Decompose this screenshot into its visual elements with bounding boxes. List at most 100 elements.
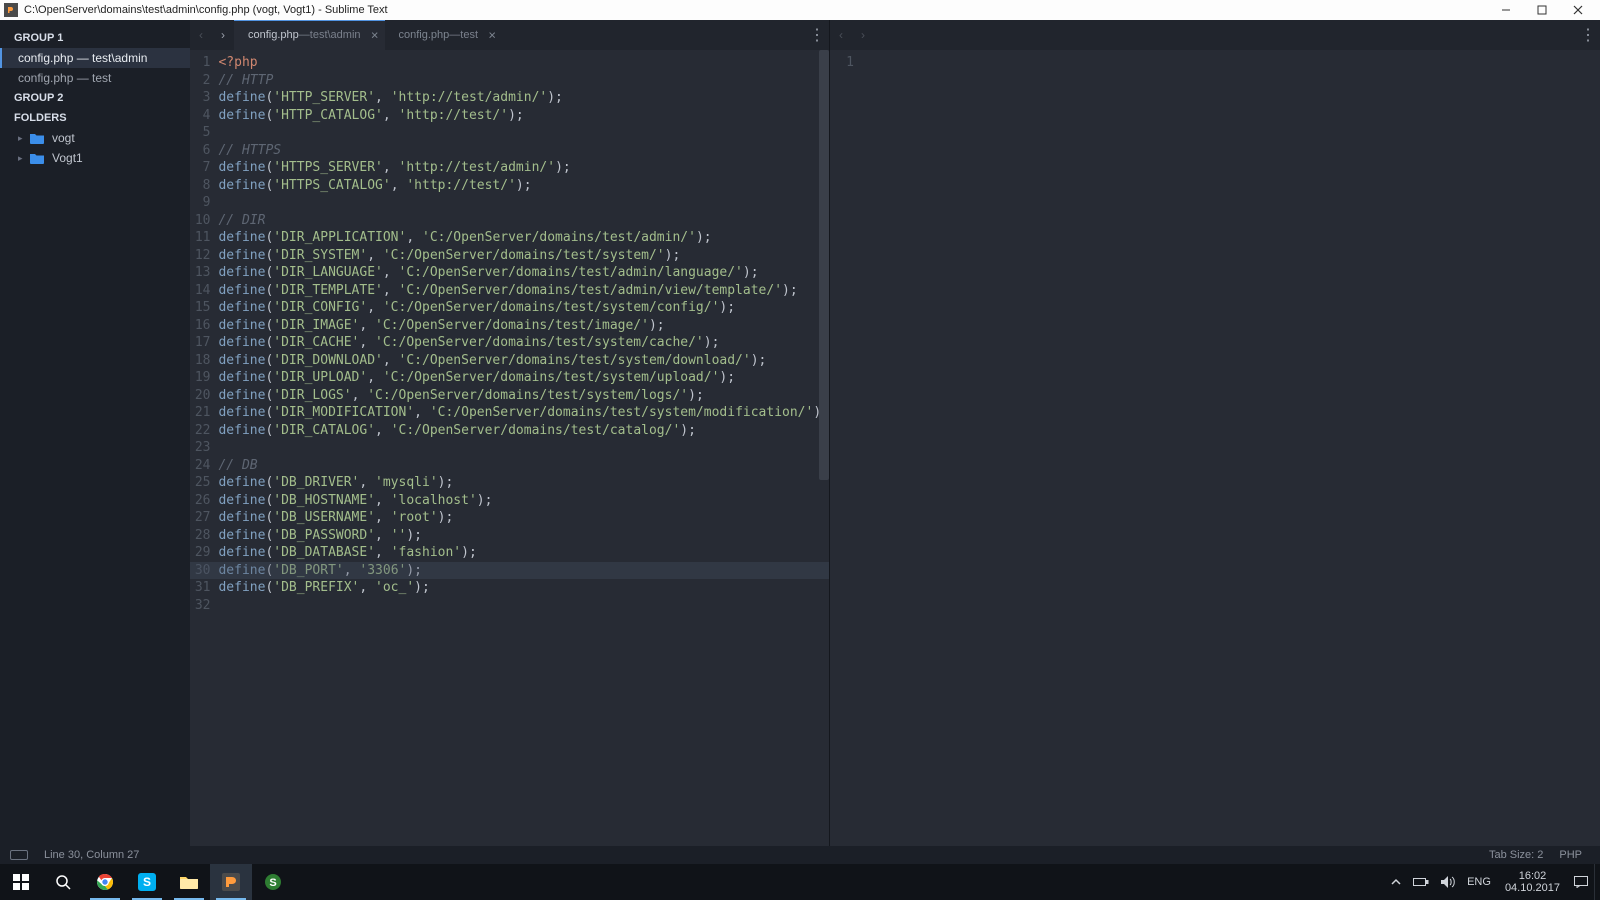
main-area: GROUP 1 config.php — test\admin config.p… [0, 20, 1600, 846]
code-line[interactable]: define('HTTPS_SERVER', 'http://test/admi… [218, 159, 829, 177]
tab-close-icon[interactable]: × [488, 28, 496, 43]
vertical-scrollbar[interactable] [819, 50, 829, 846]
tab-config-test[interactable]: config.php — test × [385, 20, 503, 50]
start-button[interactable] [0, 864, 42, 900]
code-line[interactable]: define('HTTP_SERVER', 'http://test/admin… [218, 89, 829, 107]
code-line[interactable]: // DB [218, 457, 829, 475]
code-line[interactable]: define('DB_DATABASE', 'fashion'); [218, 544, 829, 562]
window-titlebar: C:\OpenServer\domains\test\admin\config.… [0, 0, 1600, 20]
tab-overflow-menu-button[interactable]: ⋮ [805, 25, 829, 45]
tab-history-back-button[interactable]: ‹ [190, 20, 212, 50]
editor-pane-right: ‹ › ⋮ 1 [830, 20, 1600, 846]
app-icon [4, 3, 18, 17]
tab-overflow-menu-button[interactable]: ⋮ [1576, 25, 1600, 45]
code-line[interactable]: define('DIR_SYSTEM', 'C:/OpenServer/doma… [218, 247, 829, 265]
tray-clock[interactable]: 16:0204.10.2017 [1497, 864, 1568, 900]
line-number: 2 [190, 72, 210, 90]
taskbar-app-s[interactable]: S [252, 864, 294, 900]
code-line[interactable]: define('DIR_MODIFICATION', 'C:/OpenServe… [218, 404, 829, 422]
status-tab-size[interactable]: Tab Size: 2 [1481, 849, 1551, 861]
line-number: 1 [190, 54, 210, 72]
code-line[interactable]: define('DB_PORT', '3306'); [218, 562, 829, 580]
tabbar-left: ‹ › config.php — test\admin × config.php… [190, 20, 829, 50]
code-line[interactable]: define('DIR_CACHE', 'C:/OpenServer/domai… [218, 334, 829, 352]
show-desktop-button[interactable] [1594, 864, 1600, 900]
line-number: 4 [190, 107, 210, 125]
tab-history-forward-button[interactable]: › [212, 20, 234, 50]
sidebar-openfile-2[interactable]: config.php — test [0, 68, 190, 88]
taskbar-sublime[interactable] [210, 864, 252, 900]
code-line[interactable]: define('DIR_LOGS', 'C:/OpenServer/domain… [218, 387, 829, 405]
tab-separator: — [299, 29, 310, 41]
code-line[interactable]: define('DIR_LANGUAGE', 'C:/OpenServer/do… [218, 264, 829, 282]
code-area-left[interactable]: 1234567891011121314151617181920212223242… [190, 50, 829, 846]
tray-chevron-up-icon[interactable] [1385, 864, 1407, 900]
tray-language[interactable]: ENG [1461, 864, 1497, 900]
code-line[interactable]: define('DB_PASSWORD', ''); [218, 527, 829, 545]
line-number: 10 [190, 212, 210, 230]
tab-config-admin[interactable]: config.php — test\admin × [234, 20, 385, 50]
taskbar-explorer[interactable] [168, 864, 210, 900]
code-line[interactable]: define('DIR_DOWNLOAD', 'C:/OpenServer/do… [218, 352, 829, 370]
code-content[interactable]: <?php// HTTPdefine('HTTP_SERVER', 'http:… [218, 50, 829, 846]
line-number-gutter: 1234567891011121314151617181920212223242… [190, 50, 218, 846]
code-line[interactable]: define('DIR_IMAGE', 'C:/OpenServer/domai… [218, 317, 829, 335]
line-number: 31 [190, 579, 210, 597]
tab-filename: config.php [399, 29, 450, 41]
code-line[interactable] [218, 194, 829, 212]
panel-switch-icon[interactable] [10, 850, 28, 860]
window-minimize-button[interactable] [1488, 0, 1524, 20]
code-line[interactable]: define('DIR_CATALOG', 'C:/OpenServer/dom… [218, 422, 829, 440]
code-line[interactable]: define('HTTPS_CATALOG', 'http://test/'); [218, 177, 829, 195]
code-line[interactable]: define('DB_PREFIX', 'oc_'); [218, 579, 829, 597]
sidebar-folder-vogt1[interactable]: ▸ Vogt1 [0, 148, 190, 168]
code-line[interactable]: // HTTP [218, 72, 829, 90]
window-close-button[interactable] [1560, 0, 1596, 20]
status-syntax[interactable]: PHP [1551, 849, 1590, 861]
sidebar-openfile-1[interactable]: config.php — test\admin [0, 48, 190, 68]
window-maximize-button[interactable] [1524, 0, 1560, 20]
code-line[interactable]: define('DB_USERNAME', 'root'); [218, 509, 829, 527]
tab-separator: — [449, 29, 460, 41]
line-number: 6 [190, 142, 210, 160]
line-number: 29 [190, 544, 210, 562]
tab-history-forward-button[interactable]: › [852, 20, 874, 50]
code-line[interactable]: define('HTTP_CATALOG', 'http://test/'); [218, 107, 829, 125]
line-number: 21 [190, 404, 210, 422]
code-content[interactable] [862, 50, 1600, 846]
code-line[interactable]: <?php [218, 54, 829, 72]
tray-action-center-icon[interactable] [1568, 864, 1594, 900]
code-line[interactable]: define('DIR_CONFIG', 'C:/OpenServer/doma… [218, 299, 829, 317]
tab-close-icon[interactable]: × [371, 28, 379, 43]
line-number: 9 [190, 194, 210, 212]
tab-history-back-button[interactable]: ‹ [830, 20, 852, 50]
code-line[interactable]: define('DB_HOSTNAME', 'localhost'); [218, 492, 829, 510]
code-line[interactable]: // DIR [218, 212, 829, 230]
tray-battery-icon[interactable] [1407, 864, 1435, 900]
code-line[interactable]: define('DB_DRIVER', 'mysqli'); [218, 474, 829, 492]
line-number: 8 [190, 177, 210, 195]
code-line[interactable]: define('DIR_APPLICATION', 'C:/OpenServer… [218, 229, 829, 247]
search-button[interactable] [42, 864, 84, 900]
status-cursor-position[interactable]: Line 30, Column 27 [36, 849, 147, 861]
code-line[interactable]: // HTTPS [218, 142, 829, 160]
status-bar: Line 30, Column 27 Tab Size: 2 PHP [0, 846, 1600, 864]
code-line[interactable] [218, 597, 829, 615]
tray-volume-icon[interactable] [1435, 864, 1461, 900]
tab-path: test\admin [310, 29, 361, 41]
sidebar-folder-vogt[interactable]: ▸ vogt [0, 128, 190, 148]
code-line[interactable]: define('DIR_TEMPLATE', 'C:/OpenServer/do… [218, 282, 829, 300]
line-number: 27 [190, 509, 210, 527]
code-line[interactable]: define('DIR_UPLOAD', 'C:/OpenServer/doma… [218, 369, 829, 387]
editor-panes: ‹ › config.php — test\admin × config.php… [190, 20, 1600, 846]
windows-taskbar: S S ENG 16:0204.10.2017 [0, 864, 1600, 900]
scrollbar-thumb[interactable] [819, 50, 829, 480]
sidebar-group-2-header: GROUP 2 [0, 88, 190, 108]
code-area-right[interactable]: 1 [830, 50, 1600, 846]
code-line[interactable] [218, 124, 829, 142]
line-number: 14 [190, 282, 210, 300]
sidebar[interactable]: GROUP 1 config.php — test\admin config.p… [0, 20, 190, 846]
code-line[interactable] [218, 439, 829, 457]
taskbar-chrome[interactable] [84, 864, 126, 900]
taskbar-skype[interactable]: S [126, 864, 168, 900]
